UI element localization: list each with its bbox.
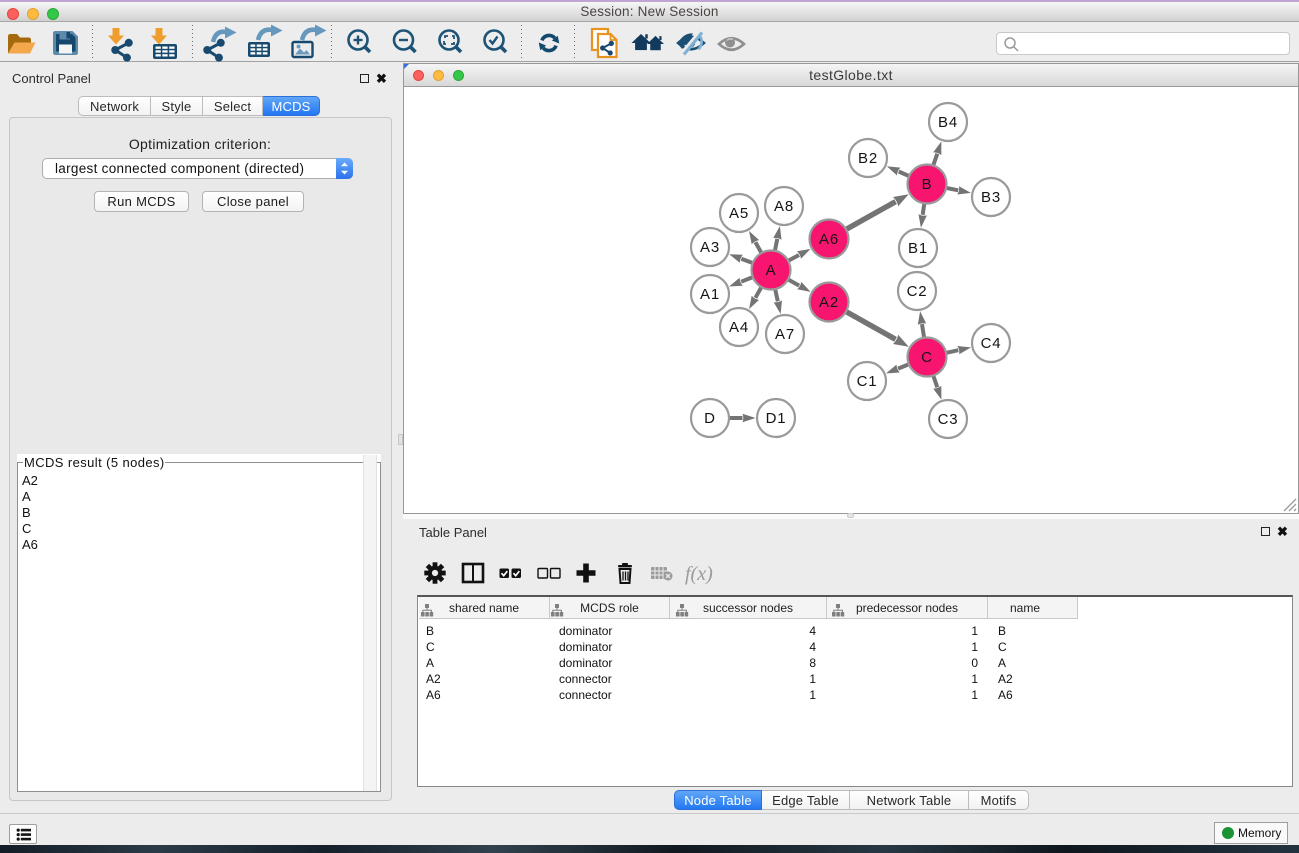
svg-text:C4: C4 [981,335,1002,352]
svg-text:D: D [704,410,716,427]
svg-text:A7: A7 [775,326,795,343]
svg-text:A1: A1 [700,286,720,303]
svg-text:B2: B2 [858,150,878,167]
svg-text:A2: A2 [819,294,839,311]
svg-text:A8: A8 [774,198,794,215]
svg-text:B3: B3 [981,189,1001,206]
svg-text:A3: A3 [700,239,720,256]
svg-text:D1: D1 [766,410,787,427]
svg-text:C1: C1 [857,373,878,390]
svg-text:B1: B1 [908,240,928,257]
svg-text:B4: B4 [938,114,958,131]
svg-text:A: A [766,262,777,279]
svg-text:B: B [922,176,933,193]
svg-text:C: C [921,349,933,366]
svg-text:A6: A6 [819,231,839,248]
svg-text:A5: A5 [729,205,749,222]
svg-text:A4: A4 [729,319,749,336]
svg-text:C2: C2 [907,283,928,300]
svg-text:C3: C3 [938,411,959,428]
svg-text:f(x): f(x) [685,563,713,585]
